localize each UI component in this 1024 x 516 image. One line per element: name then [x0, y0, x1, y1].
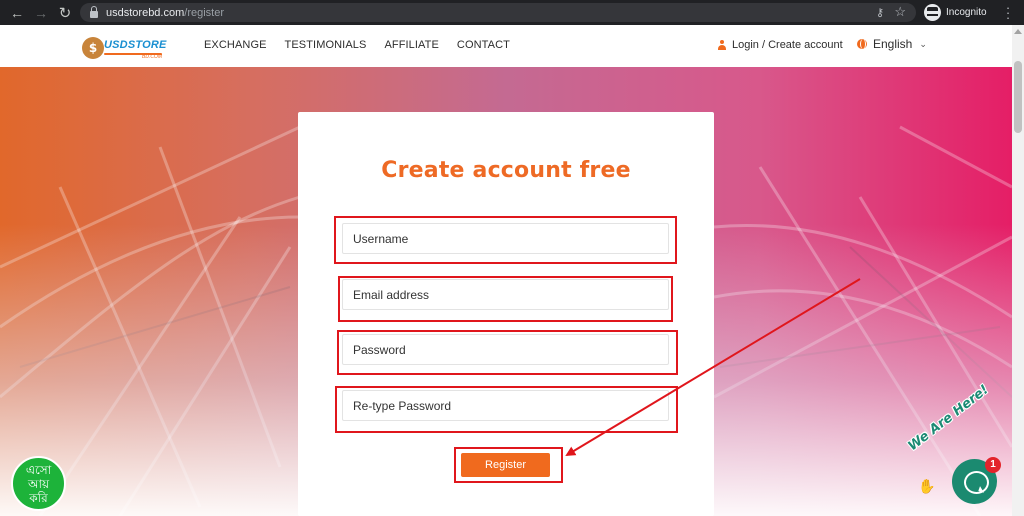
- password-field[interactable]: [342, 334, 669, 365]
- email-field[interactable]: [342, 279, 669, 310]
- nav-item-exchange[interactable]: EXCHANGE: [204, 39, 267, 51]
- key-icon[interactable]: ⚷: [876, 6, 884, 19]
- nav-item-affiliate[interactable]: AFFILIATE: [384, 39, 438, 51]
- logo-subtext: BD.COM: [142, 54, 162, 60]
- incognito-icon: [924, 4, 941, 21]
- user-icon: [718, 40, 726, 50]
- browser-toolbar: ← → ↻ usdstorebd.com/register ⚷ ☆ Incogn…: [0, 0, 1024, 25]
- main-nav: EXCHANGE TESTIMONIALS AFFILIATE CONTACT: [204, 39, 510, 51]
- forward-arrow-icon[interactable]: →: [30, 0, 52, 25]
- promo-badge[interactable]: এসো আয় করি: [11, 456, 66, 511]
- waving-hand-icon: ✋: [918, 478, 936, 494]
- reload-icon[interactable]: ↻: [54, 0, 76, 25]
- money-bag-icon: $: [82, 37, 104, 59]
- badge-line-1: এসো: [25, 463, 52, 477]
- page-title: Create account free: [381, 158, 631, 183]
- scroll-thumb[interactable]: [1014, 61, 1022, 133]
- browser-menu-icon[interactable]: · · ·: [1004, 1, 1012, 24]
- username-field[interactable]: [342, 223, 669, 254]
- badge-line-2: আয়: [27, 477, 50, 491]
- nav-item-testimonials[interactable]: TESTIMONIALS: [285, 39, 367, 51]
- url-host: usdstorebd.com: [106, 6, 185, 19]
- login-link[interactable]: Login / Create account: [718, 39, 843, 51]
- url-text: usdstorebd.com/register: [106, 7, 224, 19]
- bookmark-star-icon[interactable]: ☆: [894, 4, 906, 20]
- site-header: $ USDSTORE BD.COM EXCHANGE TESTIMONIALS …: [0, 25, 1012, 67]
- incognito-label: Incognito: [946, 7, 987, 18]
- language-selector[interactable]: English ⌄: [857, 37, 927, 51]
- register-card: Create account free Register: [298, 112, 714, 516]
- lock-icon: [90, 5, 98, 18]
- chat-unread-badge: 1: [985, 457, 1001, 473]
- badge-line-3: করি: [29, 491, 48, 505]
- login-label: Login / Create account: [732, 39, 843, 51]
- back-arrow-icon[interactable]: ←: [6, 0, 28, 25]
- site-logo[interactable]: $ USDSTORE BD.COM: [82, 34, 172, 62]
- address-bar[interactable]: usdstorebd.com/register ⚷ ☆: [80, 3, 916, 22]
- page-scrollbar[interactable]: [1012, 25, 1024, 516]
- globe-icon: [857, 39, 867, 49]
- incognito-indicator[interactable]: Incognito: [924, 2, 987, 23]
- retype-password-field[interactable]: [342, 390, 669, 421]
- nav-item-contact[interactable]: CONTACT: [457, 39, 510, 51]
- logo-text: USDSTORE: [104, 39, 167, 51]
- language-label: English: [873, 37, 913, 51]
- register-button[interactable]: Register: [461, 453, 550, 477]
- url-path: /register: [184, 6, 225, 19]
- chevron-down-icon: ⌄: [919, 38, 927, 49]
- scroll-up-arrow-icon[interactable]: [1014, 29, 1022, 34]
